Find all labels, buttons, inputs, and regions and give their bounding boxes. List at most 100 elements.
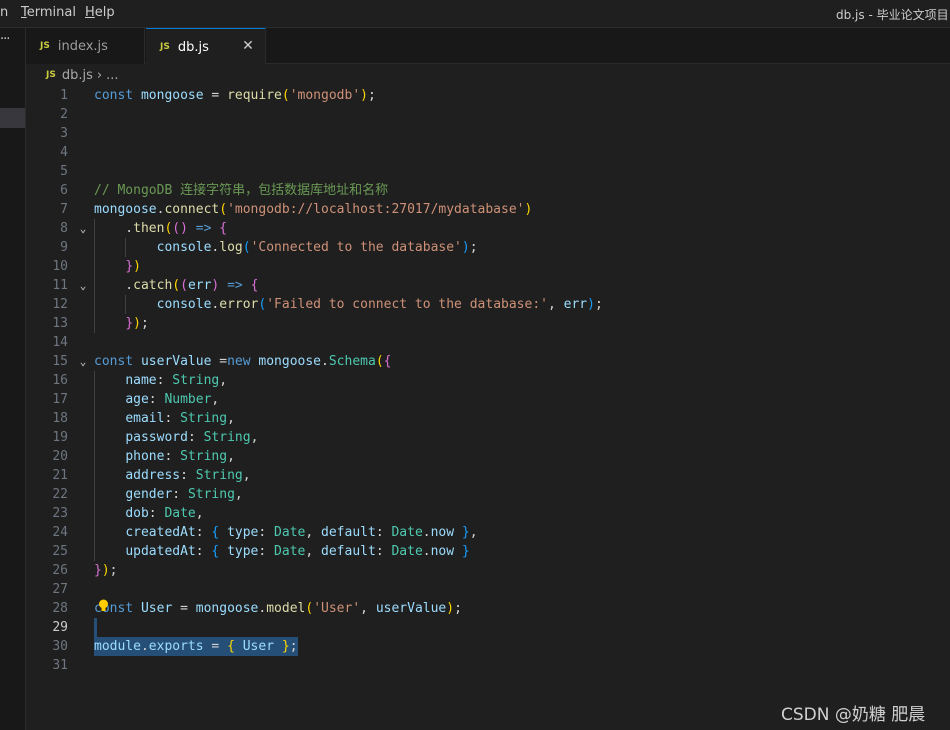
code-token: ,	[547, 297, 564, 312]
code-token: 'Connected to the database'	[250, 240, 462, 255]
code-line[interactable]: 15 ⌄ const userValue =new mongoose.Schema(…	[26, 352, 950, 371]
code-token: const	[94, 88, 134, 103]
code-token: ;	[469, 240, 478, 255]
code-token: .	[321, 354, 329, 369]
javascript-file-icon: JS	[40, 41, 50, 51]
code-token: =	[203, 639, 228, 654]
line-number: 4	[60, 145, 68, 160]
fold-chevron-icon[interactable]: ⌄	[76, 352, 90, 371]
code-line[interactable]: 14	[26, 333, 950, 352]
code-editor[interactable]: 1 const mongoose = require('mongodb'); 2 3 4…	[26, 86, 950, 730]
code-token: Date	[274, 544, 306, 559]
side-panel-edge: ···	[0, 28, 26, 730]
code-line[interactable]: 29	[26, 618, 950, 637]
code-line[interactable]: 30 module.exports = { User };	[26, 637, 950, 656]
code-line[interactable]: 19 password: String,	[26, 428, 950, 447]
code-line[interactable]: 10 })	[26, 257, 950, 276]
code-line[interactable]: 20 phone: String,	[26, 447, 950, 466]
window-title: db.js - 毕业论文项目	[836, 8, 949, 22]
code-token: Date	[274, 525, 306, 540]
code-token: (	[180, 278, 188, 293]
lightbulb-icon[interactable]	[97, 599, 110, 613]
code-line[interactable]: 26});	[26, 561, 950, 580]
code-token: updatedAt	[125, 544, 196, 559]
code-line[interactable]: 12 console.error('Failed to connect to t…	[26, 295, 950, 314]
close-icon[interactable]: ✕	[240, 38, 256, 54]
code-token: )	[461, 240, 470, 255]
code-line[interactable]: 6 // MongoDB 连接字符串，包括数据库地址和名称	[26, 181, 950, 200]
code-token: Number	[164, 392, 212, 407]
code-token: age	[125, 392, 149, 407]
code-line[interactable]: 5	[26, 162, 950, 181]
line-number: 23	[52, 506, 68, 521]
code-token: (	[375, 354, 384, 369]
breadcrumb-file[interactable]: db.js	[62, 68, 93, 83]
line-number: 6	[60, 183, 68, 198]
code-token: ,	[234, 487, 243, 502]
menu-item-help[interactable]: Help	[85, 5, 115, 20]
code-line[interactable]: 28 const User = mongoose.model('User', us…	[26, 599, 950, 618]
code-token: email	[125, 411, 165, 426]
code-line[interactable]: 18 email: String,	[26, 409, 950, 428]
code-line[interactable]: 25 updatedAt: { type: Date, default: Dat…	[26, 542, 950, 561]
code-token: ;	[140, 316, 149, 331]
code-text: .then(() => {	[94, 219, 227, 238]
code-token: String	[195, 468, 243, 483]
code-line[interactable]: 22 gender: String,	[26, 485, 950, 504]
code-line[interactable]: 9 console.log('Connected to the database…	[26, 238, 950, 257]
tab-db-js[interactable]: JS db.js ✕	[146, 28, 266, 65]
line-number: 13	[52, 316, 68, 331]
line-number: 22	[52, 487, 68, 502]
code-line[interactable]: 11 ⌄ .catch((err) => {	[26, 276, 950, 295]
code-line[interactable]: 4	[26, 143, 950, 162]
code-text: module.exports = { User };	[94, 637, 298, 656]
code-line[interactable]: 3	[26, 124, 950, 143]
selected-item-highlight[interactable]	[0, 108, 25, 128]
code-token: String	[203, 430, 251, 445]
code-line[interactable]: 1 const mongoose = require('mongodb');	[26, 86, 950, 105]
code-line[interactable]: 24 createdAt: { type: Date, default: Dat…	[26, 523, 950, 542]
code-line[interactable]: 13 });	[26, 314, 950, 333]
line-number: 1	[60, 88, 68, 103]
code-token: phone	[125, 449, 165, 464]
tab-index-js[interactable]: JS index.js	[26, 28, 145, 64]
menu-item-terminal[interactable]: Terminal	[21, 5, 76, 20]
code-token: ()	[172, 221, 188, 236]
code-token: =	[203, 88, 228, 103]
code-token: default	[321, 544, 376, 559]
code-line[interactable]: 2	[26, 105, 950, 124]
code-token: 'Failed to connect to the database:'	[266, 297, 548, 312]
code-text: phone: String,	[94, 447, 235, 466]
line-number: 16	[52, 373, 68, 388]
breadcrumb-symbol[interactable]: ...	[106, 68, 118, 83]
more-actions-icon[interactable]: ···	[0, 32, 10, 47]
code-text: mongoose.connect('mongodb://localhost:27…	[94, 200, 532, 219]
line-number: 12	[52, 297, 68, 312]
code-token: then	[133, 221, 165, 236]
code-token: ,	[305, 544, 322, 559]
code-token: createdAt	[125, 525, 196, 540]
code-token: ;	[289, 639, 298, 654]
code-token: {	[227, 639, 235, 654]
code-token: ;	[594, 297, 603, 312]
code-token: Schema	[328, 354, 376, 369]
code-line[interactable]: 23 dob: Date,	[26, 504, 950, 523]
code-line[interactable]: 21 address: String,	[26, 466, 950, 485]
code-token: ,	[305, 525, 322, 540]
code-line[interactable]: 7 mongoose.connect('mongodb://localhost:2…	[26, 200, 950, 219]
fold-chevron-icon[interactable]: ⌄	[76, 219, 90, 238]
code-token: catch	[133, 278, 173, 293]
code-token: (	[305, 601, 314, 616]
fold-chevron-icon[interactable]: ⌄	[76, 276, 90, 295]
code-token: address	[125, 468, 181, 483]
code-line[interactable]: 31	[26, 656, 950, 675]
menu-item-partial[interactable]: n	[0, 5, 8, 20]
code-line[interactable]: 27	[26, 580, 950, 599]
code-line[interactable]: 8 ⌄ .then(() => {	[26, 219, 950, 238]
code-line[interactable]: 17 age: Number,	[26, 390, 950, 409]
code-line[interactable]: 16 name: String,	[26, 371, 950, 390]
line-number: 19	[52, 430, 68, 445]
